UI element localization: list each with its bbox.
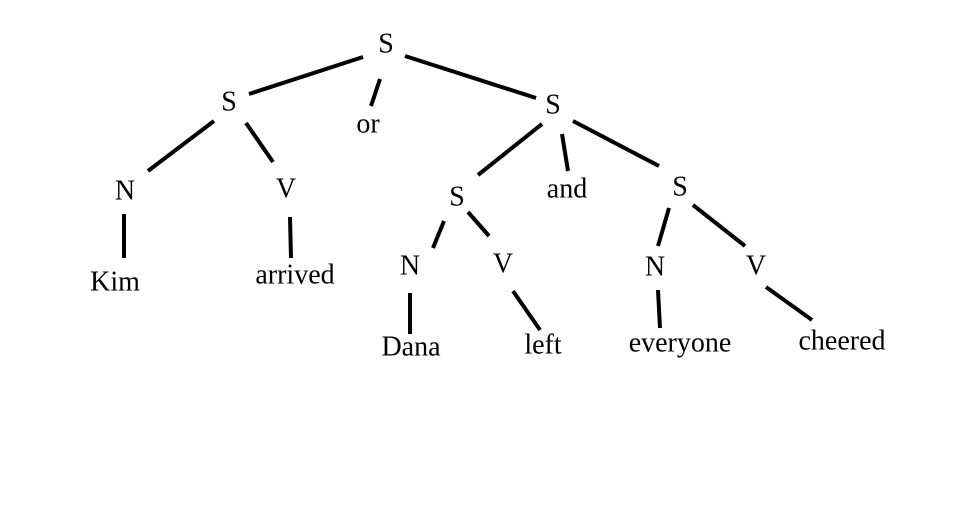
leaf-kim: Kim (90, 266, 140, 297)
edge-root-to-s-right (404, 54, 537, 100)
edge-v-to-left (511, 289, 542, 332)
syntax-tree-diagram: S S or S N V S and S Kim arrived N V N V… (90, 28, 885, 362)
edge-root-to-or (369, 78, 382, 107)
edge-s-left-to-v (244, 121, 275, 164)
leaf-arrived: arrived (255, 259, 334, 290)
edge-s-everyone-to-n (656, 207, 671, 247)
edge-s-right-to-s-dana (476, 122, 544, 177)
node-v-cheered: V (746, 250, 766, 281)
node-v-arrived: V (276, 173, 296, 204)
node-s-right: S (545, 89, 561, 120)
leaf-left: left (524, 329, 562, 360)
node-s-everyone: S (672, 171, 688, 202)
node-n-dana: N (400, 250, 420, 281)
node-conjunction-and: and (547, 173, 587, 204)
edge-s-left-to-n (146, 119, 216, 173)
node-n-everyone: N (645, 251, 665, 282)
node-conjunction-or: or (356, 108, 380, 139)
node-n-kim: N (115, 175, 135, 206)
edge-s-dana-to-n (431, 220, 446, 249)
edge-s-right-to-and (560, 133, 570, 172)
leaf-everyone: everyone (629, 327, 732, 358)
edge-s-everyone-to-v (691, 203, 747, 248)
edge-v-to-arrived (288, 216, 293, 259)
edge-n-to-everyone (656, 289, 662, 329)
node-s-root: S (378, 28, 394, 59)
edge-root-to-s-left (248, 55, 364, 96)
edge-s-right-to-s-everyone (572, 119, 660, 168)
leaf-cheered: cheered (798, 325, 885, 356)
leaf-dana: Dana (381, 331, 441, 362)
edge-v-to-cheered (764, 285, 814, 322)
node-s-dana: S (449, 181, 465, 212)
node-v-left: V (493, 248, 513, 279)
node-s-left: S (221, 86, 237, 117)
edge-s-dana-to-v (466, 210, 491, 238)
tree-nodes: S S or S N V S and S Kim arrived N V N V… (90, 28, 885, 362)
